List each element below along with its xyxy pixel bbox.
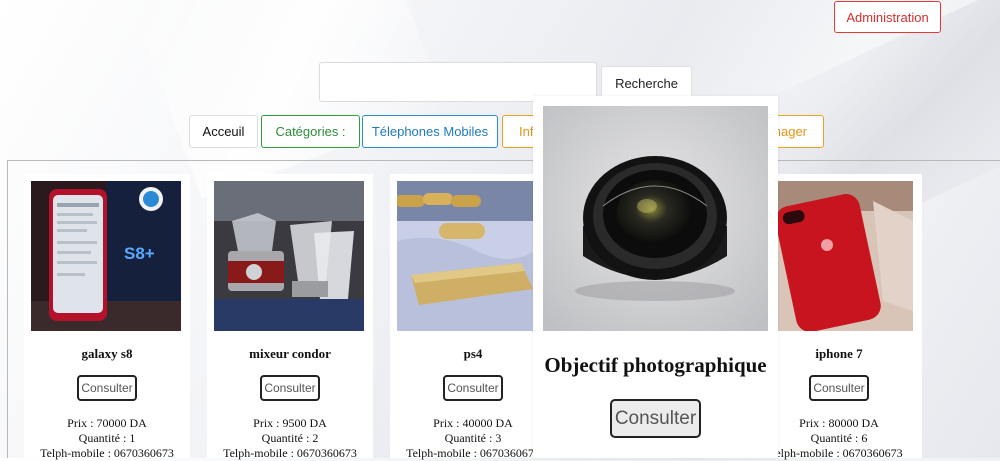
administration-button[interactable]: Administration <box>834 1 941 33</box>
product-info: Prix : 70000 DA Quantité : 1 Telph-mobil… <box>24 416 190 461</box>
product-price: Prix : 70000 DA <box>67 416 147 430</box>
product-info: Prix : 9500 DA Quantité : 2 Telph-mobile… <box>207 416 373 461</box>
consult-button[interactable]: Consulter <box>809 375 869 401</box>
phone-box-photo: S8+ <box>31 181 181 331</box>
product-phone: elph-mobile : 0670360673 <box>775 446 903 460</box>
product-title: galaxy s8 <box>81 346 133 361</box>
camera-lens-photo <box>543 106 768 331</box>
consult-button[interactable]: Consulter <box>260 375 320 401</box>
product-quantity: Quantité : 3 <box>444 431 502 445</box>
consult-button[interactable]: Consulter <box>610 399 701 438</box>
product-title: ps4 <box>463 346 483 361</box>
consult-button[interactable]: Consulter <box>443 375 503 401</box>
consult-button[interactable]: Consulter <box>77 375 137 401</box>
product-phone: Telph-mobile : 0670360673 <box>406 446 540 460</box>
nav-home-button[interactable]: Acceuil <box>189 115 258 148</box>
product-quantity: Quantité : 2 <box>261 431 319 445</box>
product-quantity: Quantité : 1 <box>78 431 136 445</box>
product-price: Prix : 9500 DA <box>253 416 327 430</box>
nav-categories-button[interactable]: Catégories : <box>261 115 360 148</box>
console-photo <box>397 181 547 331</box>
product-info: Prix : 40000 DA Quantité : 3 Telph-mobil… <box>390 416 556 461</box>
nav-phones-button[interactable]: Télephones Mobiles <box>362 115 498 148</box>
product-title: mixeur condor <box>249 346 331 361</box>
product-card-objectif-photographique-hover: Objectif photographique Consulter <box>533 96 778 458</box>
search-button[interactable]: Recherche <box>601 66 692 100</box>
product-card-ps4: ps4 Consulter Prix : 40000 DA Quantité :… <box>390 174 556 461</box>
product-title: Objectif photographique <box>544 353 767 377</box>
svg-text:S8+: S8+ <box>124 244 155 263</box>
product-card-iphone-7: iphone 7 Consulter Prix : 80000 DA Quant… <box>756 174 922 461</box>
product-card-mixeur-condor: mixeur condor Consulter Prix : 9500 DA Q… <box>207 174 373 461</box>
red-phone-photo <box>763 181 913 331</box>
product-phone: Telph-mobile : 0670360673 <box>223 446 357 460</box>
product-price: Prix : 80000 DA <box>799 416 879 430</box>
product-quantity: Quantité : 6 <box>810 431 868 445</box>
product-card-galaxy-s8: S8+ galaxy s8 Consulter Prix : 70000 DA … <box>24 174 190 461</box>
blender-photo <box>214 181 364 331</box>
product-phone: Telph-mobile : 0670360673 <box>40 446 174 460</box>
product-price: Prix : 40000 DA <box>433 416 513 430</box>
product-title: iphone 7 <box>815 346 863 361</box>
product-info: Prix : 80000 DA Quantité : 6 elph-mobile… <box>756 416 922 461</box>
